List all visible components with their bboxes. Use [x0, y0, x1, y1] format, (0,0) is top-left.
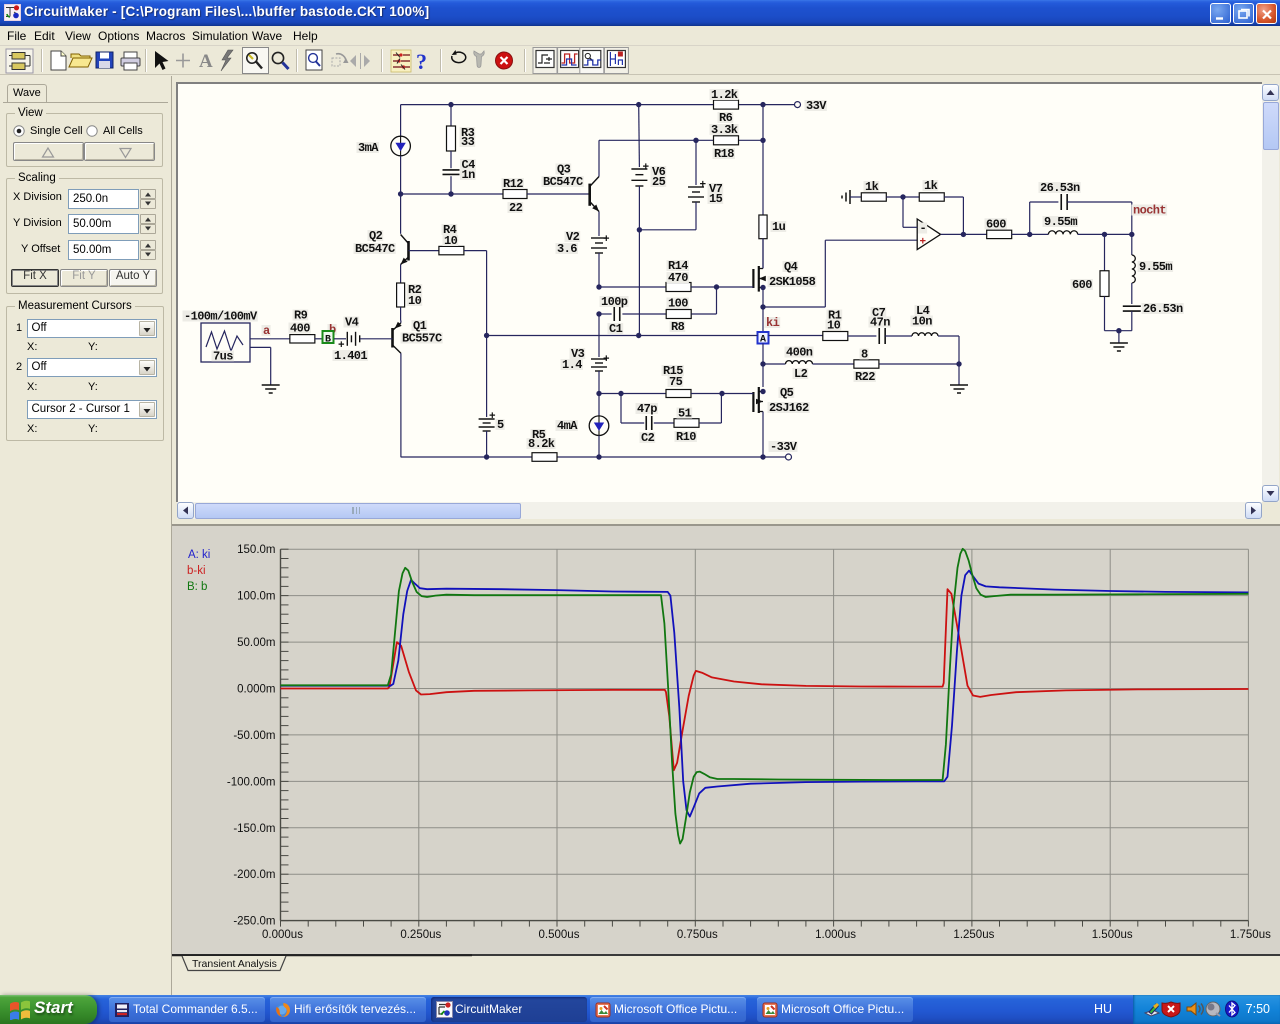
- svg-text:-33V: -33V: [770, 440, 798, 454]
- svg-text:2SK1058: 2SK1058: [769, 275, 816, 289]
- svg-text:5: 5: [497, 418, 504, 432]
- svg-text:9.55m: 9.55m: [1044, 215, 1077, 229]
- svg-text:75: 75: [669, 375, 683, 389]
- svg-text:Q2: Q2: [369, 229, 383, 243]
- svg-text:400n: 400n: [786, 346, 813, 360]
- svg-text:ki: ki: [766, 316, 780, 330]
- svg-text:R9: R9: [294, 309, 308, 323]
- svg-text:10: 10: [827, 319, 841, 333]
- svg-text:26.53n: 26.53n: [1040, 181, 1080, 195]
- svg-text:R8: R8: [671, 320, 685, 334]
- svg-text:26.53n: 26.53n: [1143, 302, 1183, 316]
- svg-text:1.2k: 1.2k: [711, 88, 738, 102]
- svg-text:C2: C2: [641, 431, 655, 445]
- svg-text:51: 51: [678, 407, 692, 421]
- svg-text:1.250us: 1.250us: [953, 929, 994, 941]
- svg-text:B: b: B: b: [187, 581, 207, 593]
- svg-text:0.000us: 0.000us: [262, 929, 303, 941]
- svg-text:50.00m: 50.00m: [237, 637, 275, 649]
- svg-text:10: 10: [408, 294, 422, 308]
- svg-text:R10: R10: [676, 430, 696, 444]
- svg-text:100: 100: [668, 297, 688, 311]
- svg-text:-50.00m: -50.00m: [233, 730, 275, 742]
- svg-text:-150.0m: -150.0m: [233, 823, 275, 835]
- svg-text:?: ?: [416, 49, 427, 74]
- svg-text:+: +: [603, 354, 610, 366]
- svg-text:15: 15: [709, 192, 723, 206]
- svg-text:R18: R18: [714, 147, 734, 161]
- svg-text:b-ki: b-ki: [187, 565, 206, 577]
- svg-text:22: 22: [509, 201, 523, 215]
- svg-text:+: +: [700, 180, 707, 192]
- svg-text:+: +: [920, 237, 927, 249]
- svg-text:R22: R22: [855, 370, 875, 384]
- svg-text:+: +: [603, 234, 610, 246]
- svg-text:BC547C: BC547C: [543, 175, 583, 189]
- svg-text:1.750us: 1.750us: [1230, 929, 1271, 941]
- svg-text:BC547C: BC547C: [355, 242, 395, 256]
- svg-text:0.250us: 0.250us: [400, 929, 441, 941]
- svg-text:+: +: [338, 340, 345, 352]
- svg-text:33: 33: [461, 135, 475, 149]
- svg-text:1.500us: 1.500us: [1092, 929, 1133, 941]
- svg-text:10n: 10n: [912, 315, 932, 329]
- svg-text:400: 400: [290, 322, 310, 336]
- svg-text:C1: C1: [609, 322, 623, 336]
- svg-text:100p: 100p: [601, 295, 628, 309]
- svg-text:2SJ162: 2SJ162: [769, 401, 809, 415]
- svg-text:1u: 1u: [772, 220, 786, 234]
- svg-text:-100.00m: -100.00m: [227, 776, 276, 788]
- svg-text:47p: 47p: [637, 402, 657, 416]
- svg-text:600: 600: [1072, 278, 1092, 292]
- svg-text:R12: R12: [503, 177, 523, 191]
- svg-text:A: A: [199, 51, 213, 72]
- svg-text:1.4: 1.4: [562, 358, 582, 372]
- svg-text:7us: 7us: [213, 350, 233, 364]
- svg-text:10: 10: [444, 234, 458, 248]
- svg-text:a: a: [263, 324, 270, 338]
- svg-text:-200.0m: -200.0m: [233, 869, 275, 881]
- svg-text:150.0m: 150.0m: [237, 544, 275, 556]
- svg-text:33V: 33V: [806, 99, 827, 113]
- svg-text:47n: 47n: [870, 316, 890, 330]
- svg-text:0.750us: 0.750us: [677, 929, 718, 941]
- svg-text:3.3k: 3.3k: [711, 123, 738, 137]
- svg-text:4mA: 4mA: [557, 419, 578, 433]
- svg-text:-100m/100mV: -100m/100mV: [184, 310, 258, 324]
- svg-text:0.000m: 0.000m: [237, 684, 275, 696]
- svg-text:1k: 1k: [865, 180, 879, 194]
- svg-text:1n: 1n: [462, 168, 476, 182]
- svg-text:A: ki: A: ki: [188, 549, 210, 561]
- svg-text:Q4: Q4: [784, 260, 798, 274]
- svg-text:8.2k: 8.2k: [528, 437, 555, 451]
- svg-text:600: 600: [986, 217, 1006, 231]
- svg-text:1.000us: 1.000us: [815, 929, 856, 941]
- svg-text:nocht: nocht: [1133, 204, 1166, 218]
- svg-text:V4: V4: [345, 316, 359, 330]
- svg-text:+: +: [489, 411, 496, 423]
- svg-text:-: -: [920, 222, 927, 236]
- svg-text:B: B: [325, 335, 331, 346]
- svg-text:BC557C: BC557C: [402, 332, 442, 346]
- svg-text:3.6: 3.6: [557, 242, 577, 256]
- svg-text:3mA: 3mA: [358, 141, 379, 155]
- svg-text:L2: L2: [794, 367, 808, 381]
- svg-text:1k: 1k: [924, 179, 938, 193]
- svg-text:9.55m: 9.55m: [1139, 260, 1172, 274]
- svg-text:8: 8: [861, 348, 868, 362]
- svg-text:100.0m: 100.0m: [237, 591, 275, 603]
- svg-text:470: 470: [668, 271, 688, 285]
- svg-text:0.500us: 0.500us: [539, 929, 580, 941]
- svg-text:Q5: Q5: [780, 386, 794, 400]
- svg-text:Transient Analysis: Transient Analysis: [192, 958, 277, 970]
- svg-text:-250.0m: -250.0m: [233, 916, 275, 928]
- svg-text:25: 25: [652, 175, 666, 189]
- svg-text:+: +: [643, 162, 650, 174]
